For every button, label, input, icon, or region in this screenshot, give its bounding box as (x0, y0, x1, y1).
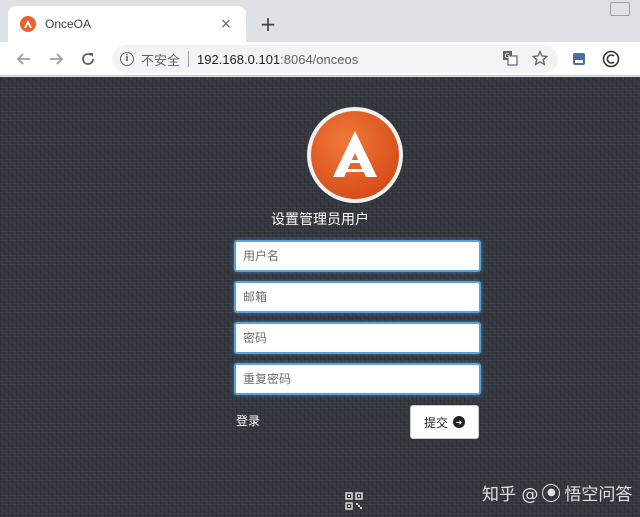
onceoa-logo-icon (333, 131, 377, 177)
page-content: 设置管理员用户 登录 提交 ➜ 知乎 @ ● 悟空问答 (0, 77, 640, 517)
close-icon[interactable]: × (218, 16, 234, 32)
back-icon[interactable] (12, 47, 36, 71)
divider (188, 51, 190, 67)
url-path: :8064/onceos (280, 51, 359, 67)
tab-title: OnceOA (45, 17, 92, 31)
login-link[interactable]: 登录 (236, 412, 260, 429)
onceoa-logo-icon (20, 16, 36, 32)
arrow-circle-right-icon: ➜ (453, 416, 465, 428)
confirm-password-field[interactable] (234, 363, 481, 395)
security-label: 不安全 (141, 53, 181, 69)
password-field[interactable] (234, 322, 481, 354)
qr-code-icon[interactable] (345, 492, 363, 510)
url-host: 192.168.0.101 (197, 51, 281, 67)
extension-icon[interactable] (570, 50, 588, 68)
star-icon[interactable] (531, 49, 549, 70)
email-field[interactable] (234, 281, 481, 313)
submit-button[interactable]: 提交 ➜ (410, 405, 479, 439)
address-bar[interactable]: i 不安全 192.168.0.101:8064/onceos G (112, 45, 558, 73)
watermark: 知乎 @ ● 悟空问答 (482, 480, 632, 505)
browser-toolbar: i 不安全 192.168.0.101:8064/onceos G (0, 42, 640, 76)
form-title: 设置管理员用户 (271, 212, 369, 228)
svg-text:G: G (505, 52, 510, 60)
watermark-logo-icon: ● (542, 483, 561, 502)
plus-icon[interactable]: + (256, 12, 280, 36)
window-control[interactable] (610, 2, 630, 16)
onceoa-logo (307, 107, 403, 203)
info-icon[interactable]: i (120, 52, 134, 66)
watermark-text: 悟空问答 (564, 485, 633, 505)
username-field[interactable] (234, 240, 481, 272)
tab-strip: OnceOA × + (0, 0, 640, 42)
account-icon[interactable] (602, 50, 620, 68)
submit-label: 提交 (423, 415, 448, 430)
reload-icon[interactable] (76, 47, 100, 71)
watermark-prefix: 知乎 @ (482, 485, 539, 505)
forward-icon[interactable] (44, 47, 68, 71)
translate-icon[interactable]: G (502, 50, 518, 70)
browser-tab[interactable]: OnceOA × (8, 6, 246, 42)
